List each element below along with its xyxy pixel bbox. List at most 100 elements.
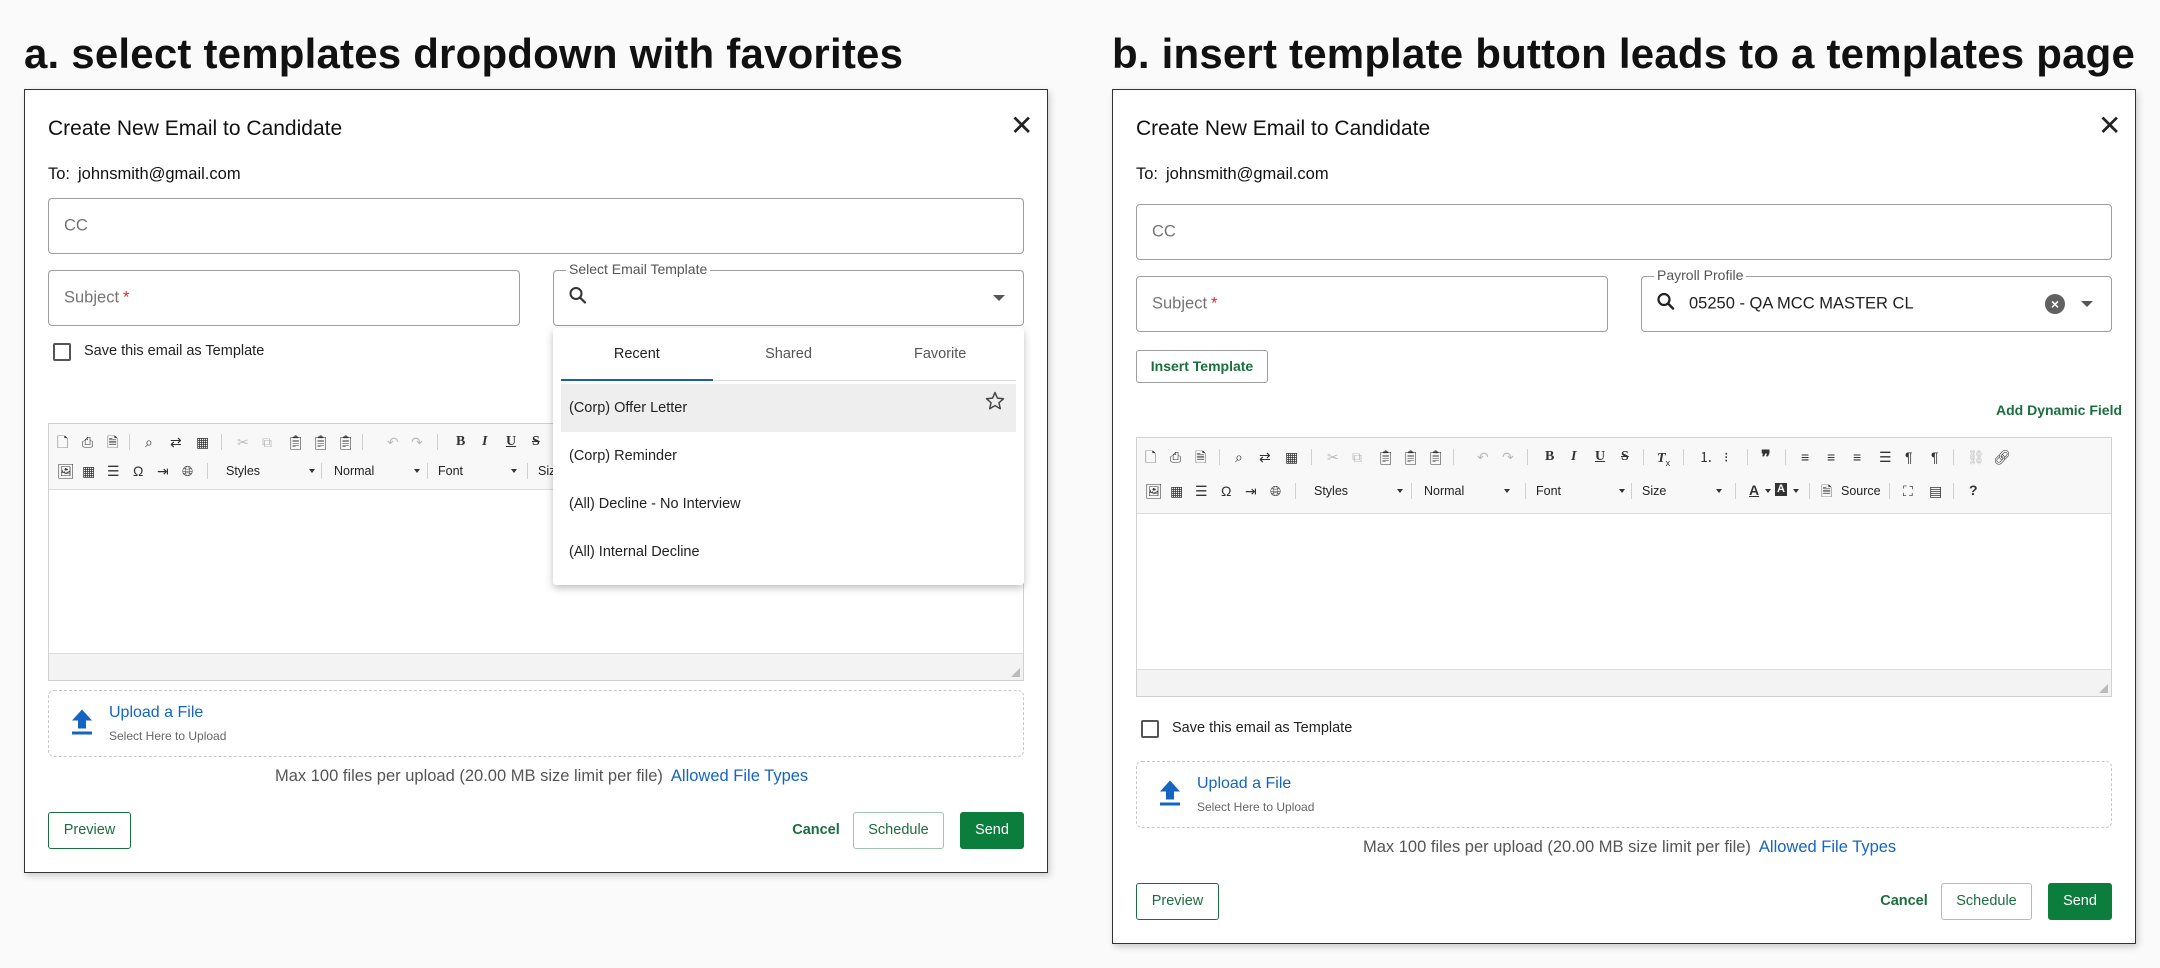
- rich-text-editor[interactable]: 🗋 ⎙ 🗎 ⌕ ⇄ ▦ ✂ ⧉ 📋︎ 📋︎ 📋︎ ↶ ↷ B I U S Tx …: [1136, 437, 2112, 697]
- preview-button[interactable]: Preview: [1136, 883, 1219, 920]
- page-break-icon[interactable]: ⇥: [1245, 484, 1257, 498]
- show-blocks-icon[interactable]: ▤: [1929, 484, 1942, 498]
- send-button[interactable]: Send: [2048, 883, 2112, 920]
- numbered-list-icon[interactable]: ⒈: [1699, 450, 1713, 464]
- preview-doc-icon[interactable]: 🗋: [1145, 450, 1156, 464]
- allowed-file-types-link[interactable]: Allowed File Types: [1759, 838, 1896, 856]
- unlink-icon[interactable]: ⛓: [1967, 450, 1985, 464]
- link-icon[interactable]: 🔗︎: [1993, 450, 2011, 464]
- chevron-down-icon[interactable]: [2081, 301, 2093, 307]
- cut-icon[interactable]: ✂: [237, 435, 249, 449]
- strikethrough-icon[interactable]: S: [532, 435, 540, 449]
- bullet-list-icon[interactable]: ⁝: [1724, 450, 1728, 464]
- send-button[interactable]: Send: [960, 812, 1024, 849]
- horizontal-line-icon[interactable]: ☰: [1195, 484, 1208, 498]
- align-left-icon[interactable]: ≡: [1801, 450, 1809, 464]
- size-combo[interactable]: Size: [1642, 484, 1722, 498]
- upload-area[interactable]: Upload a File Select Here to Upload: [48, 690, 1024, 757]
- remove-format-icon[interactable]: Tx: [1657, 450, 1670, 468]
- cc-input[interactable]: CC: [1136, 204, 2112, 260]
- cc-input[interactable]: CC: [48, 198, 1024, 254]
- preview-doc-icon[interactable]: 🗋: [57, 435, 68, 449]
- template-item-reminder[interactable]: (Corp) Reminder: [561, 432, 1016, 480]
- tab-shared[interactable]: Shared: [713, 328, 865, 380]
- clear-icon[interactable]: ×: [2045, 294, 2065, 314]
- text-color-icon[interactable]: A: [1749, 483, 1759, 497]
- bold-icon[interactable]: B: [1545, 450, 1554, 464]
- ltr-icon[interactable]: ¶: [1905, 450, 1913, 464]
- template-item-offer-letter[interactable]: (Corp) Offer Letter: [561, 384, 1016, 432]
- page-break-icon[interactable]: ⇥: [157, 464, 169, 478]
- template-item-internal-decline[interactable]: (All) Internal Decline: [561, 528, 1016, 576]
- paste-icon[interactable]: 📋︎: [287, 435, 305, 449]
- paste-word-icon[interactable]: 📋︎: [337, 435, 355, 449]
- maximize-icon[interactable]: ⛶: [1903, 484, 1913, 498]
- paste-text-icon[interactable]: 📋︎: [312, 435, 330, 449]
- save-template-checkbox[interactable]: [53, 343, 71, 361]
- email-template-select[interactable]: Select Email Template: [553, 261, 1024, 326]
- paste-text-icon[interactable]: 📋︎: [1402, 450, 1420, 464]
- redo-icon[interactable]: ↷: [411, 435, 423, 449]
- image-icon[interactable]: 🖼︎: [1145, 484, 1163, 498]
- bold-icon[interactable]: B: [456, 435, 465, 449]
- font-combo[interactable]: Font: [438, 464, 518, 478]
- bg-color-icon[interactable]: A: [1775, 483, 1787, 496]
- undo-icon[interactable]: ↶: [387, 435, 399, 449]
- align-center-icon[interactable]: ≡: [1827, 450, 1835, 464]
- schedule-button[interactable]: Schedule: [1941, 883, 2032, 920]
- format-combo[interactable]: Normal: [1424, 484, 1514, 498]
- upload-title[interactable]: Upload a File: [109, 704, 203, 722]
- resize-handle-icon[interactable]: [1011, 668, 1020, 677]
- find-icon[interactable]: ⌕: [145, 435, 153, 449]
- justify-icon[interactable]: ☰: [1879, 450, 1892, 464]
- close-icon[interactable]: ✕: [2098, 112, 2121, 140]
- copy-icon[interactable]: ⧉: [1352, 450, 1362, 464]
- italic-icon[interactable]: I: [1571, 450, 1576, 464]
- select-all-icon[interactable]: ▦: [196, 435, 209, 449]
- allowed-file-types-link[interactable]: Allowed File Types: [671, 767, 808, 785]
- replace-icon[interactable]: ⇄: [1259, 450, 1271, 464]
- table-icon[interactable]: ▦: [1170, 484, 1183, 498]
- insert-template-button[interactable]: Insert Template: [1136, 350, 1268, 383]
- font-combo[interactable]: Font: [1536, 484, 1626, 498]
- underline-icon[interactable]: U: [506, 435, 516, 449]
- strikethrough-icon[interactable]: S: [1621, 450, 1629, 464]
- styles-combo[interactable]: Styles: [226, 464, 316, 478]
- resize-handle-icon[interactable]: [2099, 684, 2108, 693]
- underline-icon[interactable]: U: [1595, 450, 1605, 464]
- upload-area[interactable]: Upload a File Select Here to Upload: [1136, 761, 2112, 828]
- cancel-button[interactable]: Cancel: [1879, 883, 1929, 920]
- subject-input[interactable]: Subject *: [1136, 276, 1608, 332]
- save-template-checkbox[interactable]: [1141, 720, 1159, 738]
- tab-favorite[interactable]: Favorite: [864, 328, 1016, 380]
- iframe-icon[interactable]: 🌐︎: [182, 464, 193, 478]
- tab-recent[interactable]: Recent: [561, 328, 713, 381]
- star-icon[interactable]: [984, 384, 1006, 432]
- paste-word-icon[interactable]: 📋︎: [1427, 450, 1445, 464]
- source-icon[interactable]: 🗎: [1821, 484, 1832, 498]
- horizontal-line-icon[interactable]: ☰: [107, 464, 120, 478]
- format-combo[interactable]: Normal: [334, 464, 424, 478]
- template-doc-icon[interactable]: 🗎: [107, 435, 118, 449]
- source-button[interactable]: Source: [1841, 484, 1881, 498]
- copy-icon[interactable]: ⧉: [262, 435, 272, 449]
- add-dynamic-field-link[interactable]: Add Dynamic Field: [1996, 402, 2122, 418]
- upload-title[interactable]: Upload a File: [1197, 775, 1291, 793]
- find-icon[interactable]: ⌕: [1235, 450, 1243, 464]
- subject-input[interactable]: Subject *: [48, 270, 520, 326]
- schedule-button[interactable]: Schedule: [853, 812, 944, 849]
- blockquote-icon[interactable]: ❞: [1761, 448, 1771, 466]
- image-icon[interactable]: 🖼︎: [57, 464, 75, 478]
- template-doc-icon[interactable]: 🗎: [1195, 450, 1206, 464]
- print-icon[interactable]: ⎙: [1170, 450, 1181, 464]
- preview-button[interactable]: Preview: [48, 812, 131, 849]
- replace-icon[interactable]: ⇄: [170, 435, 182, 449]
- iframe-icon[interactable]: 🌐︎: [1270, 484, 1281, 498]
- payroll-profile-select[interactable]: Payroll Profile 05250 - QA MCC MASTER CL…: [1641, 267, 2112, 332]
- cancel-button[interactable]: Cancel: [791, 812, 841, 849]
- undo-icon[interactable]: ↶: [1477, 450, 1489, 464]
- italic-icon[interactable]: I: [482, 435, 487, 449]
- template-item-decline-no-interview[interactable]: (All) Decline - No Interview: [561, 480, 1016, 528]
- cut-icon[interactable]: ✂: [1327, 450, 1339, 464]
- special-char-icon[interactable]: Ω: [1221, 484, 1231, 498]
